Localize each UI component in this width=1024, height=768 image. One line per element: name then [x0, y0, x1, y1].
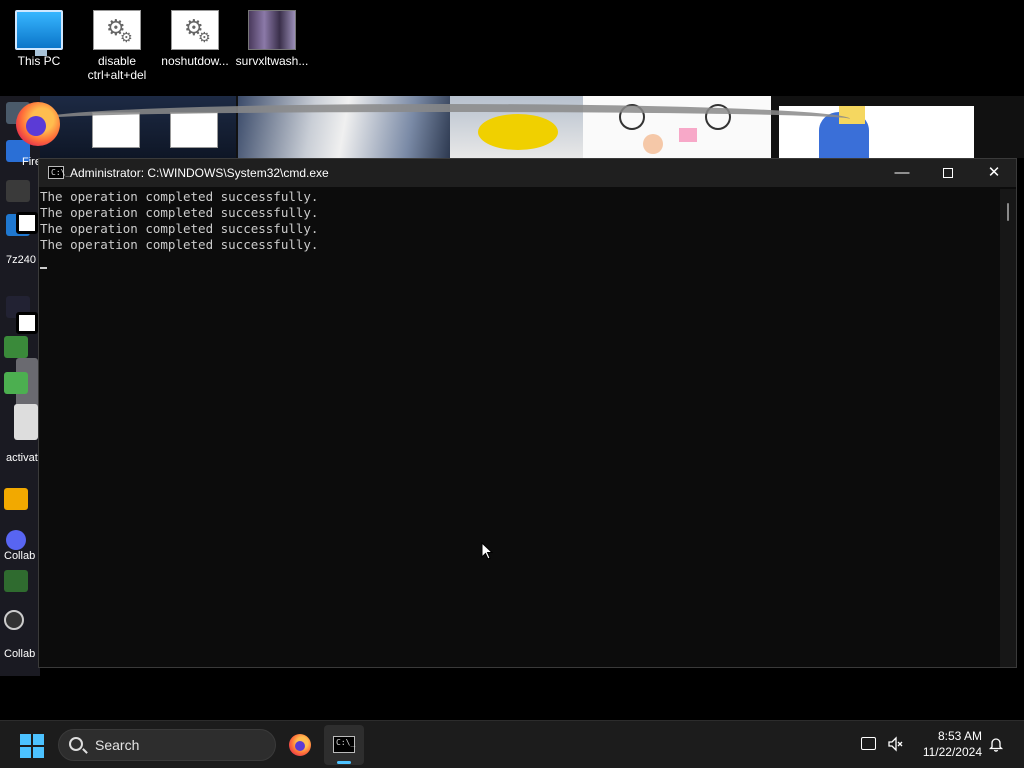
settings-shortcut-icon: ⚙ ⚙ [171, 10, 219, 50]
mouse-pointer-icon [481, 542, 493, 560]
taskbar-clock[interactable]: 8:53 AM 11/22/2024 [912, 728, 982, 760]
maximize-button[interactable] [925, 159, 971, 187]
desktop-icon-this-pc[interactable]: This PC [1, 6, 77, 68]
minimize-button[interactable]: — [879, 159, 925, 187]
unknown-file-icon[interactable] [16, 312, 38, 334]
window-title: Administrator: C:\WINDOWS\System32\cmd.e… [70, 166, 329, 180]
settings-shortcut-icon[interactable] [14, 404, 38, 440]
unknown-file-icon[interactable] [16, 212, 38, 234]
app-icon[interactable] [4, 570, 28, 592]
desktop-icon-survxltwash[interactable]: survxltwash... [234, 6, 310, 68]
scrollbar-thumb[interactable] [1007, 203, 1009, 221]
search-icon [69, 737, 83, 751]
desktop-label-collab: Collab [4, 550, 36, 562]
desktop-label-activat: activat [6, 452, 38, 464]
clock-time: 8:53 AM [937, 729, 982, 743]
console-output[interactable]: The operation completed successfully. The… [40, 189, 998, 665]
this-pc-icon [15, 10, 63, 56]
cmd-icon: C:\_ [333, 736, 355, 753]
desktop-icon-label: This PC [17, 54, 61, 68]
desktop-icon-noshutdown[interactable]: ⚙ ⚙ noshutdow... [157, 6, 233, 68]
maximize-icon [943, 168, 953, 178]
taskbar: Search C:\_ 8:53 AM 11/22/2024 [0, 720, 1024, 768]
network-icon[interactable] [861, 737, 876, 750]
taskbar-app-cmd[interactable]: C:\_ [324, 725, 364, 765]
notification-bell-icon[interactable] [988, 736, 1004, 752]
desktop-icon-disable-ctrl-alt-del[interactable]: ⚙ ⚙ disable ctrl+alt+del [79, 6, 155, 82]
taskbar-app-firefox[interactable] [280, 725, 320, 765]
search-label: Search [95, 737, 140, 753]
volume-muted-icon[interactable] [887, 736, 903, 752]
settings-shortcut-icon: ⚙ ⚙ [93, 10, 141, 50]
start-button[interactable] [20, 734, 44, 758]
app-icon[interactable] [4, 488, 28, 510]
desktop-icon-label: noshutdow... [161, 54, 229, 68]
console-line: The operation completed successfully. [40, 237, 319, 252]
discord-icon[interactable] [6, 530, 26, 550]
desktop-label-7z240: 7z240 [6, 254, 36, 266]
close-icon: ✕ [987, 164, 1001, 181]
image-file-icon [248, 10, 296, 50]
desktop-icon-label: survxltwash... [235, 54, 309, 68]
console-prompt-line [40, 253, 998, 269]
desktop-label-collab: Collab [4, 648, 36, 660]
app-icon[interactable] [4, 336, 28, 358]
console-line: The operation completed successfully. [40, 205, 319, 220]
cmd-titlebar[interactable]: C:\_ Administrator: C:\WINDOWS\System32\… [39, 159, 1016, 187]
cmd-window: C:\_ Administrator: C:\WINDOWS\System32\… [38, 158, 1017, 668]
cmd-icon: C:\_ [48, 166, 70, 179]
clock-date: 11/22/2024 [922, 745, 982, 759]
taskbar-search[interactable]: Search [58, 729, 276, 761]
minimize-icon: — [894, 164, 910, 181]
ubisoft-icon[interactable] [4, 610, 24, 630]
close-button[interactable]: ✕ [971, 159, 1017, 187]
desktop-left-icons: Fire 7z240 activat Collab Collab [0, 96, 40, 676]
firefox-icon[interactable] [16, 102, 60, 146]
desktop-icon-label: disable ctrl+alt+del [87, 54, 147, 82]
text-caret [40, 267, 47, 269]
console-line: The operation completed successfully. [40, 221, 319, 236]
active-indicator [337, 761, 351, 764]
settings-shortcut-icon[interactable] [6, 180, 30, 202]
firefox-icon [289, 734, 311, 756]
app-icon[interactable] [4, 372, 28, 394]
console-scrollbar[interactable] [1000, 189, 1016, 667]
console-line: The operation completed successfully. [40, 189, 319, 204]
wallpaper-squiggle [40, 104, 850, 134]
